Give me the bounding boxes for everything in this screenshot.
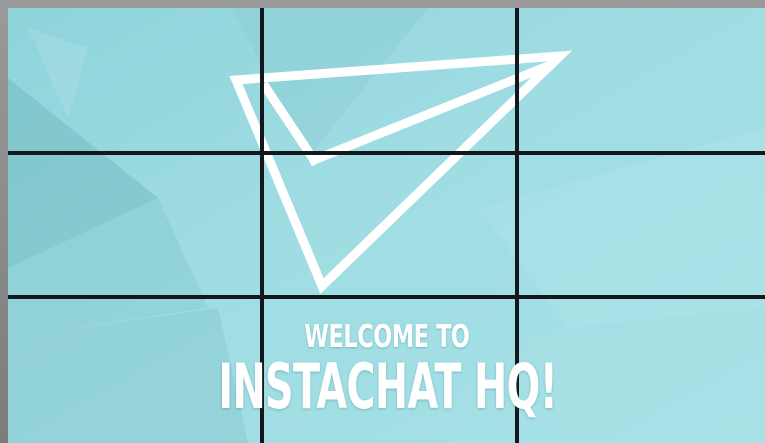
video-wall-display: WELCOME TO INSTACHAT HQ! xyxy=(8,8,765,443)
bezel-vertical-2 xyxy=(515,8,519,443)
bezel-horizontal-2 xyxy=(8,295,765,299)
wall-background xyxy=(8,8,765,443)
bezel-vertical-1 xyxy=(260,8,264,443)
screenshot-stage: WELCOME TO INSTACHAT HQ! xyxy=(0,0,765,443)
bezel-horizontal-1 xyxy=(8,151,765,155)
